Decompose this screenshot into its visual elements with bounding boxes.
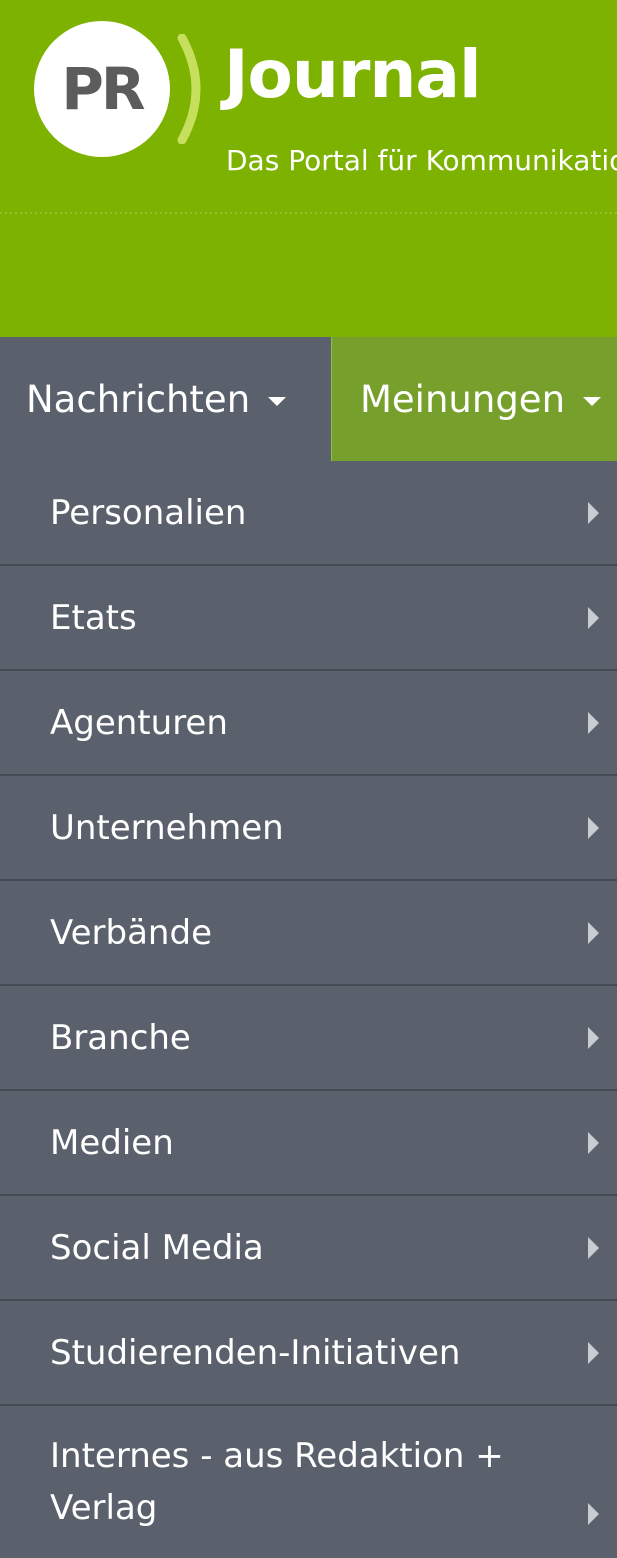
- chevron-right-icon: [588, 501, 599, 524]
- submenu-item-label: Medien: [50, 1122, 174, 1163]
- submenu-item-social-media[interactable]: Social Media: [0, 1196, 617, 1301]
- chevron-right-icon: [588, 1503, 599, 1525]
- caret-down-icon: [268, 396, 287, 406]
- site-logo[interactable]: PR: [34, 21, 170, 157]
- chevron-right-icon: [588, 1341, 599, 1364]
- chevron-right-icon: [588, 1131, 599, 1154]
- header-divider: [0, 212, 617, 214]
- submenu-item-branche[interactable]: Branche: [0, 986, 617, 1091]
- site-title[interactable]: Journal: [224, 42, 482, 108]
- submenu-item-label: Unternehmen: [50, 807, 284, 848]
- chevron-right-icon: [588, 1026, 599, 1049]
- submenu-item-label: Social Media: [50, 1227, 264, 1268]
- submenu-item-verbaende[interactable]: Verbände: [0, 881, 617, 986]
- submenu-item-label: Studierenden-Initiativen: [50, 1332, 461, 1373]
- nachrichten-submenu: Personalien Etats Agenturen Unternehmen …: [0, 461, 617, 1558]
- submenu-item-studierenden-initiativen[interactable]: Studierenden-Initiativen: [0, 1301, 617, 1406]
- site-tagline: Das Portal für Kommunikation: [226, 144, 617, 177]
- chevron-right-icon: [588, 921, 599, 944]
- submenu-item-label: Etats: [50, 597, 137, 638]
- submenu-item-label: Branche: [50, 1017, 191, 1058]
- submenu-item-etats[interactable]: Etats: [0, 566, 617, 671]
- submenu-item-label: Verbände: [50, 912, 212, 953]
- top-navigation: Nachrichten Meinungen: [0, 337, 617, 461]
- chevron-right-icon: [588, 711, 599, 734]
- site-header: PR Journal Das Portal für Kommunikation: [0, 0, 617, 337]
- chevron-right-icon: [588, 1236, 599, 1259]
- caret-down-icon: [583, 396, 602, 406]
- chevron-right-icon: [588, 606, 599, 629]
- chevron-right-icon: [588, 816, 599, 839]
- submenu-item-unternehmen[interactable]: Unternehmen: [0, 776, 617, 881]
- submenu-item-personalien[interactable]: Personalien: [0, 461, 617, 566]
- nav-item-nachrichten[interactable]: Nachrichten: [0, 337, 331, 461]
- logo-arc-icon: [177, 34, 201, 144]
- submenu-item-medien[interactable]: Medien: [0, 1091, 617, 1196]
- logo-text: PR: [61, 55, 145, 123]
- nav-item-label: Meinungen: [360, 377, 566, 421]
- submenu-item-internes[interactable]: Internes - aus Redaktion + Verlag: [0, 1406, 617, 1558]
- submenu-item-label: Internes - aus Redaktion + Verlag: [50, 1436, 504, 1528]
- nav-item-label: Nachrichten: [26, 377, 251, 421]
- nav-item-meinungen[interactable]: Meinungen: [331, 337, 617, 461]
- submenu-item-agenturen[interactable]: Agenturen: [0, 671, 617, 776]
- submenu-item-label: Personalien: [50, 492, 247, 533]
- submenu-item-label: Agenturen: [50, 702, 228, 743]
